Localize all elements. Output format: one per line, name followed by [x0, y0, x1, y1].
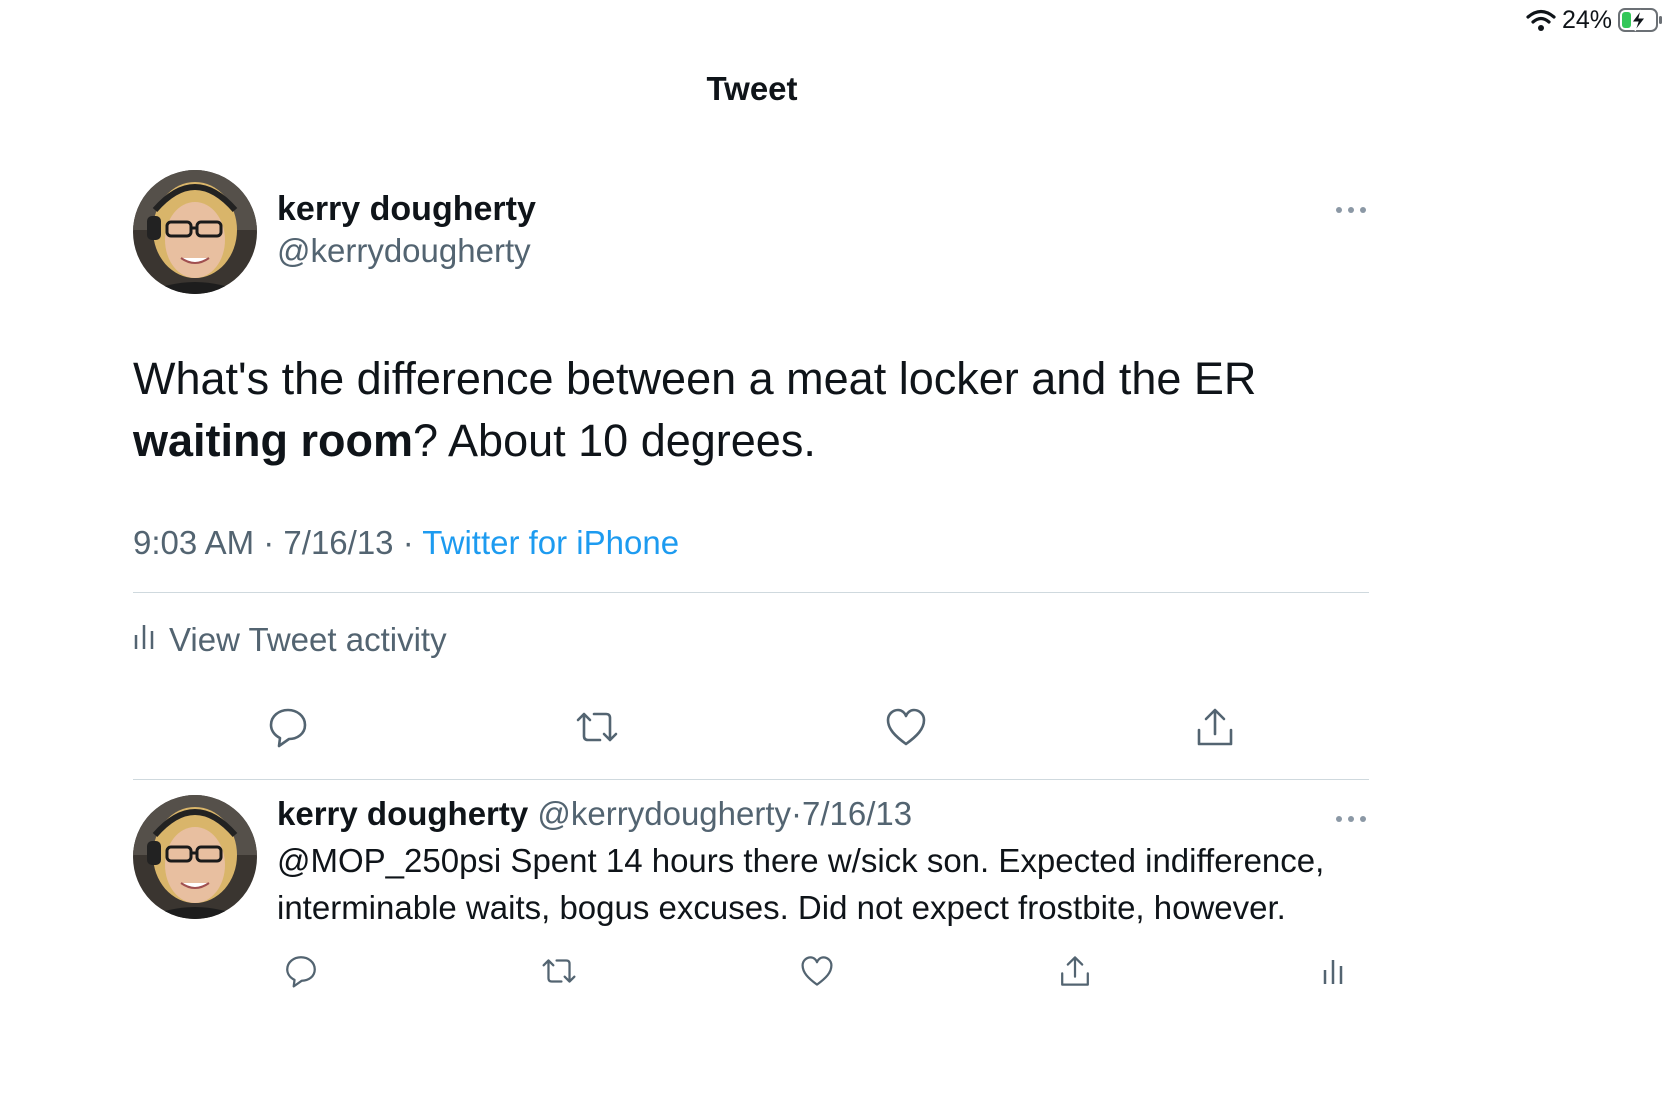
view-tweet-activity-button[interactable]: View Tweet activity: [133, 593, 1369, 687]
tweet-actions: [133, 687, 1369, 767]
meta-separator: ·: [402, 524, 414, 561]
like-icon[interactable]: [793, 947, 841, 995]
tweet-source-link[interactable]: Twitter for iPhone: [422, 524, 679, 561]
reply-header: kerry dougherty @kerrydougherty·7/16/13: [277, 793, 1369, 835]
analytics-icon[interactable]: [1309, 947, 1357, 995]
handle[interactable]: @kerrydougherty: [277, 230, 536, 272]
more-options-icon[interactable]: [1333, 200, 1369, 220]
tweet-date: 7/16/13: [283, 524, 394, 561]
reply-body: kerry dougherty @kerrydougherty·7/16/13 …: [277, 795, 1369, 995]
reply-tweet[interactable]: kerry dougherty @kerrydougherty·7/16/13 …: [133, 795, 1369, 995]
view-tweet-activity-label: View Tweet activity: [169, 621, 447, 658]
meta-separator: ·: [791, 795, 803, 832]
tweet-text-part1: What's the difference between a meat loc…: [133, 353, 1257, 404]
battery-charging-icon: [1618, 7, 1664, 33]
reply-actions: [277, 947, 1357, 995]
share-icon[interactable]: [1185, 697, 1245, 757]
display-name[interactable]: kerry dougherty: [277, 795, 528, 832]
battery-percent: 24%: [1561, 5, 1612, 34]
display-name[interactable]: kerry dougherty: [277, 188, 536, 230]
share-icon[interactable]: [1051, 947, 1099, 995]
like-icon[interactable]: [876, 697, 936, 757]
divider: [133, 779, 1369, 780]
more-options-icon[interactable]: [1333, 809, 1369, 829]
tweet-author: kerry dougherty @kerrydougherty: [133, 170, 1369, 294]
page-title: Tweet: [706, 70, 798, 107]
handle[interactable]: @kerrydougherty: [537, 795, 791, 832]
wifi-icon: [1526, 8, 1556, 32]
tweet-text: What's the difference between a meat loc…: [133, 348, 1369, 472]
status-bar: 24%: [1526, 4, 1664, 36]
tweet-time: 9:03 AM: [133, 524, 255, 561]
meta-separator: ·: [263, 524, 275, 561]
tweet-text-part2: ? About 10 degrees.: [413, 415, 816, 466]
main-tweet: kerry dougherty @kerrydougherty What's t…: [133, 170, 1369, 780]
avatar[interactable]: [133, 795, 257, 919]
analytics-icon: [133, 621, 169, 659]
tweet-meta: 9:03 AM · 7/16/13 · Twitter for iPhone: [133, 524, 1369, 562]
retweet-icon[interactable]: [535, 947, 583, 995]
reply-icon[interactable]: [277, 947, 325, 995]
avatar[interactable]: [133, 170, 257, 294]
retweet-icon[interactable]: [567, 697, 627, 757]
reply-date[interactable]: 7/16/13: [802, 795, 912, 832]
tweet-text-bold: waiting room: [133, 415, 413, 466]
reply-icon[interactable]: [258, 697, 318, 757]
reply-text: @MOP_250psi Spent 14 hours there w/sick …: [277, 842, 1325, 926]
author-names: kerry dougherty @kerrydougherty: [277, 188, 536, 272]
